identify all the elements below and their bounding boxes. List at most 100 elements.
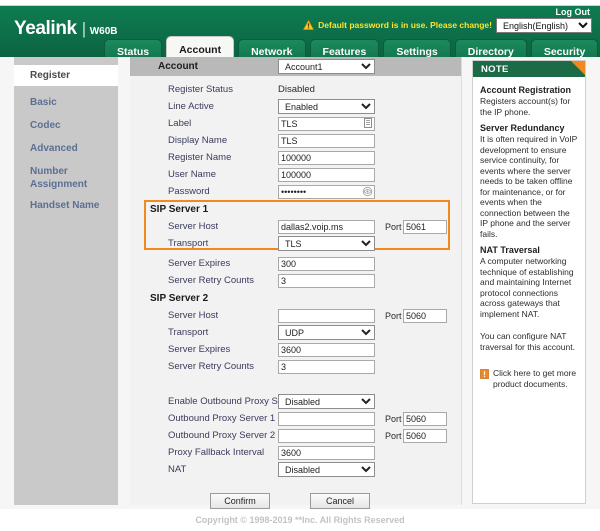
cancel-button[interactable]: Cancel [310, 493, 370, 509]
note-panel-header: NOTE [473, 61, 585, 79]
row-register-status: Register Status Disabled [130, 81, 461, 98]
row-display-name: Display Name [130, 132, 461, 149]
sidebar-item-number-assignment[interactable]: Number Assignment [14, 161, 88, 191]
sip2-transport-select[interactable]: UDP [278, 325, 375, 340]
row-line-active: Line Active Enabled [130, 98, 461, 115]
outbound2-input[interactable] [278, 428, 375, 443]
register-name-label: Register Name [168, 152, 232, 163]
row-sip2-server-retry: Server Retry Counts [130, 358, 461, 375]
sip2-server-retry-label: Server Retry Counts [168, 361, 255, 372]
sip2-server-expires-input[interactable] [278, 342, 375, 357]
fallback-input[interactable] [278, 445, 375, 460]
password-field-wrap [278, 184, 375, 199]
sidebar-item-advanced[interactable]: Advanced [14, 138, 118, 155]
register-form: Account Account1 Register Status Disable… [130, 57, 462, 509]
sip1-server-host-input[interactable] [278, 219, 375, 234]
sip2-port-input[interactable] [403, 308, 447, 323]
note-heading-server-redundancy: Server Redundancy [480, 123, 565, 133]
label-field-wrap [278, 116, 375, 131]
note-body-server-redundancy: It is often required in VoIP development… [480, 134, 578, 239]
tab-label: Settings [396, 45, 438, 58]
sip1-port-label: Port [385, 221, 402, 232]
sip1-server-retry-input[interactable] [278, 273, 375, 288]
account-select[interactable]: Account1 [278, 59, 375, 74]
outbound1-port-label: Port [385, 413, 402, 424]
outbound2-port-input[interactable] [403, 428, 447, 443]
sip2-port-label: Port [385, 310, 402, 321]
row-label: Label [130, 115, 461, 132]
sip1-server-expires-label: Server Expires [168, 258, 231, 269]
outbound1-port-input[interactable] [403, 411, 447, 426]
fallback-label: Proxy Fallback Interval [168, 447, 265, 458]
brand-name: Yealink [14, 18, 77, 39]
sip1-port-input[interactable] [403, 219, 447, 234]
tab-label: Status [117, 45, 150, 58]
eye-icon[interactable] [362, 186, 373, 197]
brand-logo: Yealink | W60B [14, 18, 118, 40]
row-sip1-server-retry: Server Retry Counts [130, 272, 461, 289]
tab-label: Features [322, 45, 367, 58]
sidebar-item-label: Basic [30, 97, 57, 108]
display-name-input[interactable] [278, 133, 375, 148]
note-heading-nat-traversal: NAT Traversal [480, 245, 540, 255]
label-input[interactable] [278, 116, 375, 131]
row-enable-outbound-proxy: Enable Outbound Proxy Server Disabled [130, 393, 461, 410]
sidebar-item-codec[interactable]: Codec [14, 115, 118, 132]
tab-label: Directory [467, 45, 514, 58]
content-area: Register Basic Codec Advanced Number Ass… [0, 57, 600, 509]
nat-label: NAT [168, 464, 187, 475]
note-documents-row[interactable]: Click here to get more product documents… [480, 368, 578, 389]
label-field-label: Label [168, 118, 192, 129]
display-name-label: Display Name [168, 135, 228, 146]
sip2-server-retry-input[interactable] [278, 359, 375, 374]
logout-link[interactable]: Log Out [556, 7, 591, 17]
document-icon [480, 369, 489, 379]
page-footer: Copyright © 1998-2019 **Inc. All Rights … [0, 509, 600, 531]
note-body-nat-traversal: A computer networking technique of estab… [480, 256, 574, 319]
nat-select[interactable]: Disabled [278, 462, 375, 477]
outbound1-label: Outbound Proxy Server 1 [168, 413, 276, 424]
row-sip1-server-expires: Server Expires [130, 255, 461, 272]
sip1-transport-label: Transport [168, 238, 209, 249]
note-extra-text: You can configure NAT traversal for this… [480, 331, 575, 352]
sidebar-item-register[interactable]: Register [14, 65, 118, 86]
enable-outbound-select[interactable]: Disabled [278, 394, 375, 409]
row-password: Password [130, 183, 461, 200]
sidebar-item-basic[interactable]: Basic [14, 92, 118, 109]
note-body-account-registration: Registers account(s) for the IP phone. [480, 96, 571, 117]
register-name-input[interactable] [278, 150, 375, 165]
sip1-server-expires-input[interactable] [278, 256, 375, 271]
sidebar-item-label: Register [30, 70, 71, 81]
password-input[interactable] [278, 184, 375, 199]
sip2-transport-label: Transport [168, 327, 209, 338]
keypad-icon[interactable] [362, 118, 373, 129]
sip1-transport-select[interactable]: TLS [278, 236, 375, 251]
app-header: Yealink | W60B Log Out Default password is… [0, 5, 600, 63]
sidebar-item-handset-name[interactable]: Handset Name [14, 195, 118, 212]
row-nat: NAT Disabled [130, 461, 461, 478]
row-outbound-proxy-1: Outbound Proxy Server 1 Port [130, 410, 461, 427]
corner-fold-icon [571, 61, 585, 75]
outbound2-label: Outbound Proxy Server 2 [168, 430, 276, 441]
copyright-text: Copyright © 1998-2019 **Inc. All Rights … [195, 515, 405, 525]
row-sip2-transport: Transport UDP [130, 324, 461, 341]
line-active-select[interactable]: Enabled [278, 99, 375, 114]
language-select[interactable]: English(English) [496, 18, 592, 33]
sip-server-1-title-row: SIP Server 1 [130, 200, 461, 218]
sidebar-item-label: Handset Name [30, 200, 100, 211]
user-name-input[interactable] [278, 167, 375, 182]
confirm-button[interactable]: Confirm [210, 493, 270, 509]
row-register-name: Register Name [130, 149, 461, 166]
password-warning-banner: Default password is in use. Please chang… [303, 20, 492, 30]
sip1-server-retry-label: Server Retry Counts [168, 275, 255, 286]
note-panel-title: NOTE [481, 63, 509, 75]
account-section-header: Account Account1 [130, 57, 461, 76]
outbound1-input[interactable] [278, 411, 375, 426]
sip2-server-expires-label: Server Expires [168, 344, 231, 355]
password-label: Password [168, 186, 210, 197]
sip2-server-host-input[interactable] [278, 308, 375, 323]
register-status-label: Register Status [168, 84, 233, 95]
note-documents-link[interactable]: Click here to get more product documents… [493, 368, 578, 389]
sidebar-item-label: Number Assignment [30, 166, 88, 190]
sip-server-2-title-row: SIP Server 2 [130, 289, 461, 307]
